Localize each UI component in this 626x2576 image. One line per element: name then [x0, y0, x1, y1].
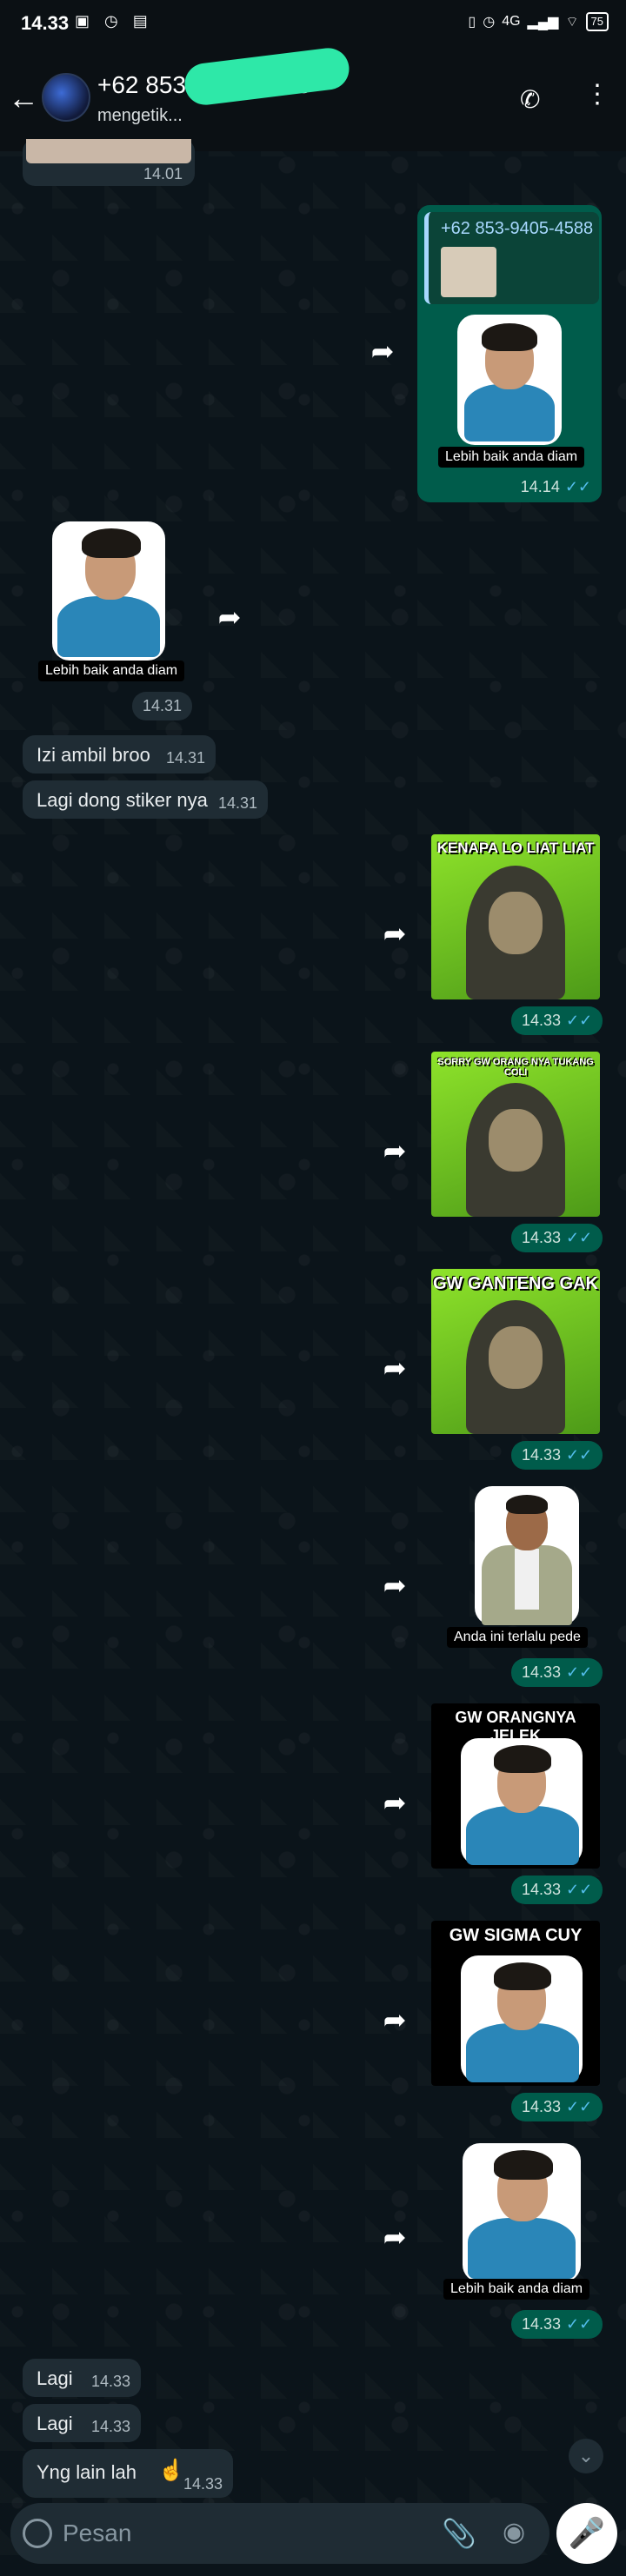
message-text: Lagi [37, 2413, 73, 2434]
meme-sticker[interactable]: SORRY GW ORANG NYA TUKANG COLI [431, 1052, 600, 1217]
alarm-icon: ◷ [483, 15, 496, 30]
status-bar: 14.33 ▣ ◷ ▤ ▯ ◷ 4G ▂▄▆ ⌔ 75 [0, 0, 626, 47]
meme-title: GW SIGMA CUY [449, 1926, 583, 1945]
incoming-text-message[interactable]: Izi ambil broo 14.31 [23, 735, 216, 773]
meme-sticker[interactable]: KENAPA LO LIAT LIAT [431, 834, 600, 999]
vibrate-icon: ▯ [468, 15, 476, 30]
reply-quote-name: +62 853-9405-4588 [441, 219, 594, 238]
outgoing-reply-message[interactable]: +62 853-9405-4588 Lebih baik anda diam 1… [417, 205, 602, 502]
message-time: 14.31 [165, 749, 205, 767]
forward-icon[interactable]: ➦ [377, 2002, 412, 2037]
message-time: 14.31 [217, 794, 257, 812]
reply-quote[interactable]: +62 853-9405-4588 [424, 212, 599, 304]
chat-header: ← +62 853-9405-4588 mengetik... ✆ ⋮ [0, 45, 626, 151]
message-time: 14.33 ✓✓ [511, 2093, 603, 2121]
forward-icon[interactable]: ➦ [377, 1133, 412, 1168]
message-time: 14.33 [90, 2418, 130, 2435]
forward-icon[interactable]: ➦ [212, 600, 247, 634]
notification-icons: ▣ ◷ ▤ [75, 12, 153, 30]
camera-icon[interactable]: ◉ [503, 2517, 525, 2547]
wifi-icon: ⌔ [565, 15, 579, 30]
meme-sticker[interactable]: GW SIGMA CUY [431, 1921, 600, 2086]
message-time: 14.33 ✓✓ [511, 2310, 603, 2339]
sticker-caption: Lebih baik anda diam [438, 447, 585, 468]
read-ticks-icon: ✓✓ [564, 478, 591, 495]
message-text: Lagi dong stiker nya [37, 789, 208, 811]
message-time: 14.01 [143, 165, 183, 183]
sticker-figure [449, 1733, 588, 1869]
sticker-caption: Anda ini terlalu pede [447, 1627, 588, 1648]
message-time: 14.14 ✓✓ [520, 478, 591, 495]
message-time: 14.33 ✓✓ [511, 1224, 603, 1252]
forward-icon[interactable]: ➦ [377, 1785, 412, 1820]
meme-title: GW GANTENG GAK [433, 1274, 598, 1293]
mic-button[interactable]: 🎤 [556, 2503, 617, 2564]
incoming-text-message[interactable]: Yng lain lah ☝ 14.33 [23, 2449, 233, 2498]
network-label: 4G [502, 14, 521, 29]
incoming-text-message[interactable]: Lagi 14.33 [23, 2404, 141, 2442]
forward-icon[interactable]: ➦ [377, 916, 412, 951]
sticker-image [449, 315, 570, 445]
signal-icon: ▂▄▆ [527, 15, 559, 30]
incoming-text-message[interactable]: Lagi dong stiker nya 14.31 [23, 780, 268, 819]
outgoing-sticker[interactable] [452, 2143, 591, 2282]
incoming-sticker[interactable] [43, 521, 174, 661]
status-right-icons: ▯ ◷ 4G ▂▄▆ ⌔ 75 [468, 12, 609, 31]
paperclip-icon[interactable]: 📎 [442, 2517, 476, 2550]
sticker-caption: Lebih baik anda diam [38, 661, 185, 681]
forward-icon[interactable]: ➦ [365, 334, 400, 368]
forward-icon[interactable]: ➦ [377, 1351, 412, 1385]
message-text: Lagi [37, 2367, 73, 2389]
message-time: 14.33 [90, 2373, 130, 2390]
battery-icon: 75 [585, 12, 609, 31]
emoji-icon: ☝ [158, 2459, 184, 2482]
meme-sticker[interactable]: GW ORANGNYA JELEK [431, 1703, 600, 1869]
forward-icon[interactable]: ➦ [377, 2220, 412, 2254]
mic-icon: 🎤 [568, 2517, 606, 2550]
message-text: Yng lain lah [37, 2461, 137, 2483]
hooded-figure [466, 1083, 565, 1217]
message-time: 14.33 [183, 2475, 223, 2493]
sticker-caption: Lebih baik anda diam [443, 2279, 590, 2300]
hooded-figure [466, 866, 565, 999]
meme-title: KENAPA LO LIAT LIAT [436, 840, 595, 856]
add-call-icon[interactable]: ✆ [520, 85, 540, 114]
message-time: 14.33 ✓✓ [511, 1441, 603, 1470]
image-message[interactable]: 14.01 [23, 139, 195, 186]
hooded-figure [466, 1300, 565, 1434]
sticker-figure [449, 1950, 588, 2086]
status-time: 14.33 [21, 12, 70, 34]
incoming-text-message[interactable]: Lagi 14.33 [23, 2359, 141, 2397]
more-options-icon[interactable]: ⋮ [584, 82, 610, 108]
typing-status: mengetik... [97, 106, 183, 125]
message-time: 14.33 ✓✓ [511, 1876, 603, 1904]
message-time: 14.33 ✓✓ [511, 1006, 603, 1035]
message-input[interactable]: Pesan [63, 2520, 131, 2547]
message-input-bar[interactable]: Pesan 📎 ◉ [10, 2503, 549, 2564]
back-arrow-icon[interactable]: ← [7, 82, 40, 115]
avatar[interactable] [42, 73, 90, 122]
meme-title: SORRY GW ORANG NYA TUKANG COLI [437, 1057, 594, 1078]
emoji-icon[interactable] [23, 2519, 52, 2548]
message-time: 14.33 ✓✓ [511, 1658, 603, 1687]
reply-thumbnail [441, 247, 496, 297]
scroll-down-icon[interactable]: ⌄ [569, 2439, 603, 2473]
meme-sticker[interactable]: GW GANTENG GAK [431, 1269, 600, 1434]
message-time: 14.31 [132, 692, 193, 720]
forward-icon[interactable]: ➦ [377, 1568, 412, 1603]
suit-man-sticker[interactable] [466, 1486, 588, 1625]
message-text: Izi ambil broo [37, 744, 150, 766]
image-thumbnail [26, 139, 191, 163]
